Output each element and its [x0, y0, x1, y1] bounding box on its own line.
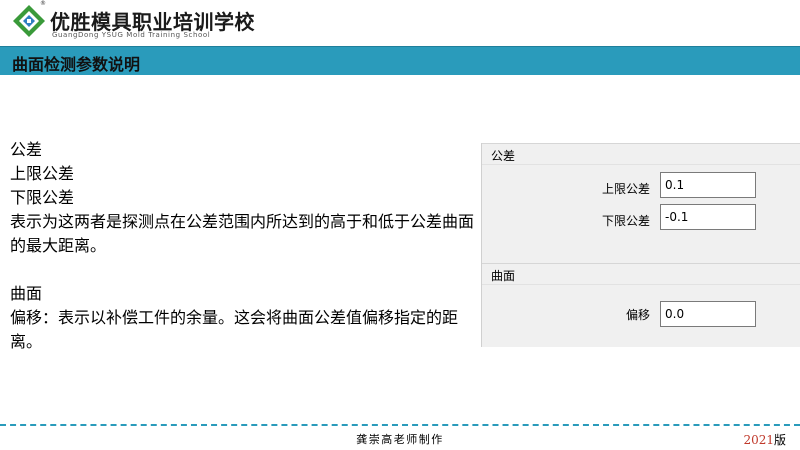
offset-description: 偏移：表示以补偿工件的余量。这会将曲面公差值偏移指定的距离。	[10, 308, 459, 351]
lower-tolerance-input[interactable]: -0.1	[660, 204, 756, 230]
group-divider	[482, 284, 800, 285]
title-bar: 曲面检测参数说明	[0, 46, 800, 75]
upper-tolerance-label: 上限公差	[601, 182, 650, 196]
surface-heading: 曲面	[10, 284, 43, 303]
settings-panel: 公差 上限公差 0.1 下限公差 -0.1 曲面 偏移 0.0	[481, 143, 800, 347]
footer-divider	[0, 424, 800, 426]
lower-tolerance-label: 下限公差	[601, 214, 650, 228]
surface-group: 曲面 偏移 0.0	[482, 263, 800, 347]
group-divider	[482, 164, 800, 165]
upper-tolerance-text: 上限公差	[10, 164, 75, 183]
offset-input[interactable]: 0.0	[660, 301, 756, 327]
header: ® 优胜模具职业培训学校 GuangDong YSUG Mold Trainin…	[0, 0, 800, 44]
footer-edition-label: 版	[773, 433, 786, 447]
tolerance-heading: 公差	[10, 140, 43, 159]
offset-label: 偏移	[625, 308, 650, 322]
footer-year: 2021	[743, 433, 774, 447]
tolerance-description: 表示为这两者是探测点在公差范围内所达到的高于和低于公差曲面的最大距离。	[10, 212, 475, 255]
surface-group-title: 曲面	[491, 269, 516, 283]
upper-tolerance-input[interactable]: 0.1	[660, 172, 756, 198]
school-english-name: GuangDong YSUG Mold Training School	[52, 31, 211, 39]
school-logo-icon	[13, 5, 45, 37]
tolerance-group: 公差 上限公差 0.1 下限公差 -0.1	[482, 143, 800, 261]
tolerance-group-title: 公差	[491, 149, 516, 163]
registered-mark: ®	[40, 0, 46, 7]
footer-author: 龚崇高老师制作	[356, 433, 444, 446]
lower-tolerance-text: 下限公差	[10, 188, 75, 207]
description-text: 公差 上限公差 下限公差 表示为这两者是探测点在公差范围内所达到的高于和低于公差…	[10, 138, 480, 354]
footer-edition: 2021版	[743, 431, 786, 448]
page-title: 曲面检测参数说明	[12, 55, 141, 74]
